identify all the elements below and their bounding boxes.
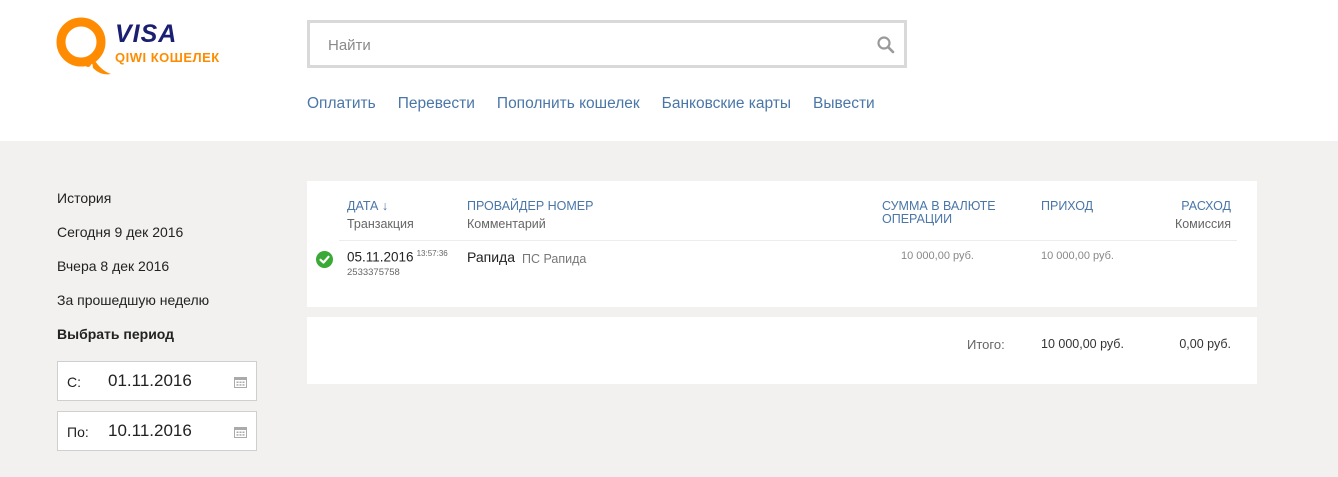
filter-yesterday[interactable]: Вчера 8 дек 2016: [57, 256, 257, 290]
history-sidebar: История Сегодня 9 дек 2016 Вчера 8 дек 2…: [57, 188, 257, 451]
column-header-date[interactable]: ДАТА ↓: [347, 200, 388, 213]
column-header-amount-line2[interactable]: ОПЕРАЦИИ: [882, 213, 952, 226]
totals-panel: Итого: 10 000,00 руб. 0,00 руб.: [307, 317, 1257, 384]
nav-bank-cards[interactable]: Банковские карты: [662, 95, 791, 113]
totals-label: Итого:: [967, 337, 1005, 352]
main-nav: Оплатить Перевести Пополнить кошелек Бан…: [307, 95, 897, 113]
calendar-icon[interactable]: [234, 376, 247, 388]
date-from-field[interactable]: С: 01.11.2016: [57, 361, 257, 401]
date-to-field[interactable]: По: 10.11.2016: [57, 411, 257, 451]
row-date-value: 05.11.2016: [347, 249, 414, 265]
totals-expense: 0,00 руб.: [1179, 337, 1231, 351]
history-title: История: [57, 190, 112, 206]
row-time: 13:57:36: [416, 249, 448, 258]
nav-pay[interactable]: Оплатить: [307, 95, 376, 113]
column-header-expense[interactable]: РАСХОД: [1181, 200, 1231, 213]
success-check-icon: [316, 251, 333, 268]
nav-transfer[interactable]: Перевести: [398, 95, 475, 113]
filter-last-week[interactable]: За прошедшую неделю: [57, 290, 257, 324]
date-from-value[interactable]: 01.11.2016: [108, 371, 192, 391]
search-box: [307, 20, 907, 68]
logo-qiwi-text: QIWI КОШЕЛЕК: [115, 50, 220, 65]
row-amount: 10 000,00 руб.: [901, 250, 974, 262]
calendar-icon[interactable]: [234, 426, 247, 438]
row-date: 05.11.2016 13:57:36: [347, 249, 448, 265]
date-to-label: По:: [67, 424, 89, 440]
column-subheader-comment: Комментарий: [467, 217, 546, 231]
column-header-provider[interactable]: ПРОВАЙДЕР НОМЕР: [467, 200, 593, 213]
row-income: 10 000,00 руб.: [1041, 250, 1114, 262]
qiwi-logo-icon: [56, 17, 111, 75]
search-icon[interactable]: [876, 35, 896, 55]
header: VISA QIWI КОШЕЛЕК Оплатить Перевести Поп…: [0, 0, 1338, 141]
transactions-table: ДАТА ↓ Транзакция ПРОВАЙДЕР НОМЕР Коммен…: [307, 181, 1257, 307]
choose-period-title: Выбрать период: [57, 326, 175, 342]
header-divider: [339, 240, 1237, 241]
row-provider: Рапида: [467, 249, 516, 265]
row-comment: ПС Рапида: [522, 252, 587, 266]
nav-withdraw[interactable]: Вывести: [813, 95, 875, 113]
nav-topup[interactable]: Пополнить кошелек: [497, 95, 640, 113]
column-subheader-transaction: Транзакция: [347, 217, 414, 231]
totals-income: 10 000,00 руб.: [1041, 337, 1124, 351]
column-subheader-commission: Комиссия: [1174, 217, 1231, 231]
filter-today[interactable]: Сегодня 9 дек 2016: [57, 222, 257, 256]
row-transaction-id: 2533375758: [347, 267, 400, 278]
logo-visa-text: VISA: [115, 20, 178, 48]
date-to-value[interactable]: 10.11.2016: [108, 421, 192, 441]
date-from-label: С:: [67, 374, 81, 390]
column-header-income[interactable]: ПРИХОД: [1041, 200, 1093, 213]
qiwi-visa-logo[interactable]: VISA QIWI КОШЕЛЕК: [55, 16, 235, 80]
search-input[interactable]: [328, 34, 848, 56]
